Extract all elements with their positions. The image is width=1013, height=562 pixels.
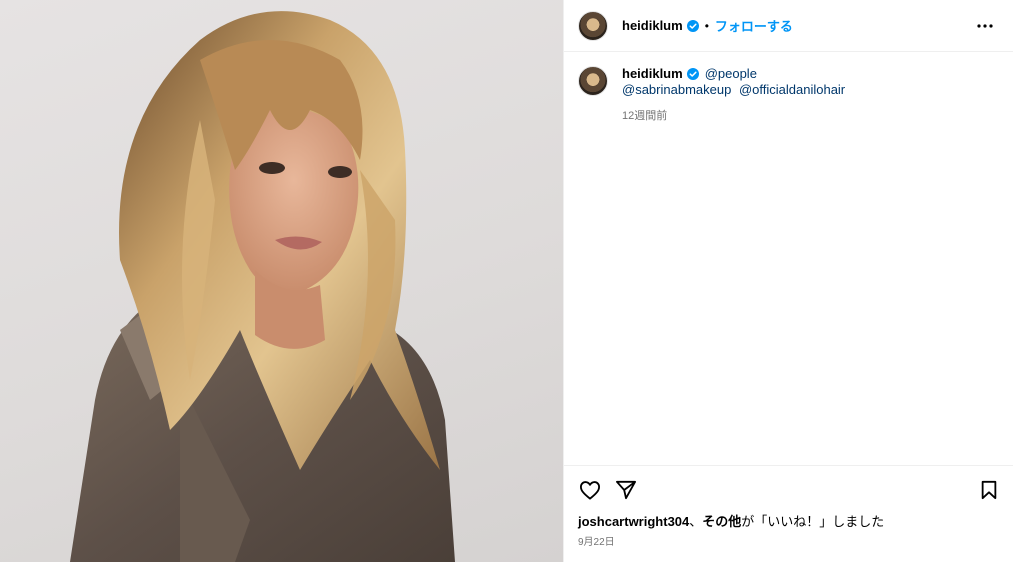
mention-people[interactable]: @people	[705, 66, 757, 82]
likes-summary: joshcartwright304、その他が「いいね！」しました	[564, 513, 1013, 531]
save-button[interactable]	[977, 478, 1001, 502]
likes-user[interactable]: joshcartwright304	[578, 514, 689, 529]
likes-separator: 、	[689, 514, 703, 529]
follow-button[interactable]: フォローする	[715, 16, 793, 35]
caption-line-2: @sabrinabmakeup @officialdanilohair	[622, 82, 849, 98]
mention-sabrinabmakeup[interactable]: @sabrinabmakeup	[622, 82, 731, 97]
verified-badge-icon	[686, 68, 699, 80]
share-button[interactable]	[614, 478, 638, 502]
like-button[interactable]	[578, 478, 602, 502]
header-username[interactable]: heidiklum	[622, 18, 683, 33]
post-caption: heidiklum @people @sabrinabmakeup @offic…	[578, 66, 997, 124]
more-options-button[interactable]	[973, 14, 997, 38]
mention-officialdanilohair[interactable]: @officialdanilohair	[739, 82, 845, 97]
avatar[interactable]	[578, 10, 608, 41]
caption-avatar[interactable]	[578, 66, 608, 96]
post-photo[interactable]	[0, 0, 563, 562]
post-side-panel: heidiklum • フォローする heidiklum @people @sa…	[563, 0, 1013, 562]
caption-line-1: heidiklum @people	[622, 66, 849, 82]
header-separator: •	[704, 18, 709, 33]
portrait-image	[70, 11, 455, 562]
more-horizontal-icon	[977, 23, 993, 28]
paper-plane-icon	[616, 480, 636, 499]
post-header: heidiklum • フォローする	[564, 0, 1013, 52]
likes-others[interactable]: その他	[702, 514, 741, 529]
caption-username[interactable]: heidiklum	[622, 66, 683, 82]
verified-badge-icon	[686, 19, 699, 32]
heart-icon	[580, 480, 600, 500]
comments-area: heidiklum @people @sabrinabmakeup @offic…	[564, 52, 1013, 465]
likes-suffix: が「いいね！」しました	[741, 514, 885, 529]
action-bar	[564, 465, 1013, 513]
bookmark-icon	[981, 480, 997, 499]
caption-timestamp[interactable]: 12週間前	[622, 108, 849, 124]
caption-body: heidiklum @people @sabrinabmakeup @offic…	[622, 66, 849, 124]
post-modal: heidiklum • フォローする heidiklum @people @sa…	[0, 0, 1013, 562]
post-date[interactable]: 9月22日	[564, 533, 1013, 562]
